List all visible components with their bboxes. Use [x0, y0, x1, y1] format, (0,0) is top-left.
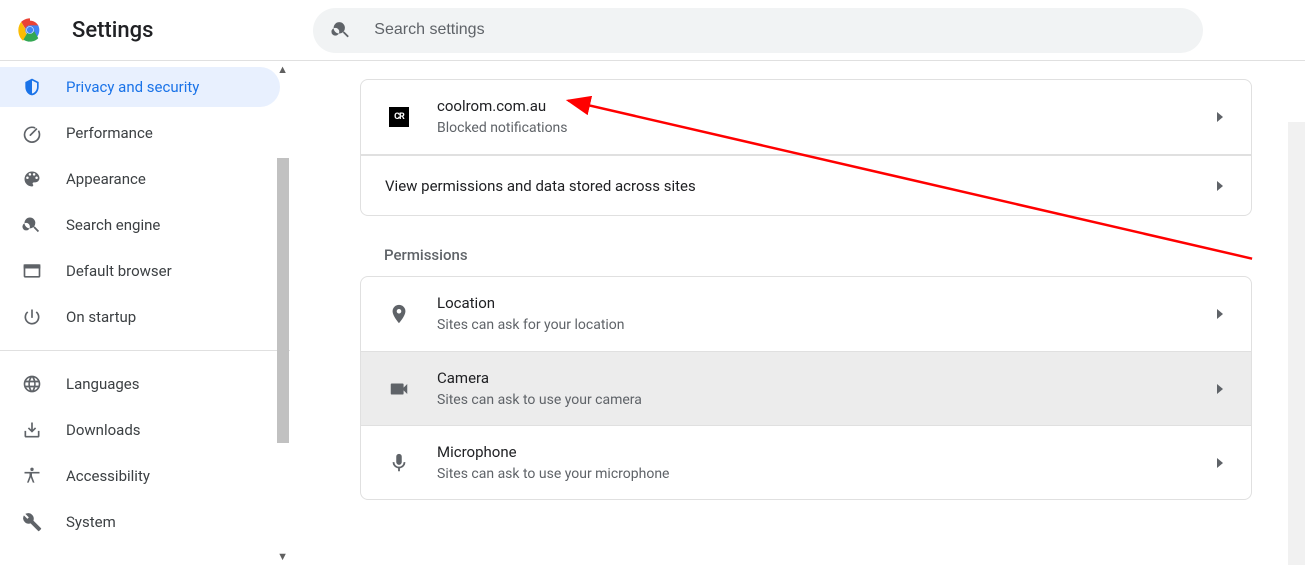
download-icon	[22, 420, 42, 440]
sidebar-item-accessibility[interactable]: Accessibility	[0, 456, 280, 496]
site-status: Blocked notifications	[437, 117, 568, 139]
content-area: CR coolrom.com.au Blocked notifications …	[290, 61, 1305, 565]
permission-sub: Sites can ask to use your microphone	[437, 463, 669, 485]
scrollbar-thumb[interactable]	[277, 158, 289, 443]
sidebar-item-label: Privacy and security	[66, 78, 199, 96]
shield-icon	[22, 77, 42, 97]
palette-icon	[22, 169, 42, 189]
site-favicon-icon: CR	[389, 107, 409, 127]
chevron-right-icon	[1217, 309, 1223, 319]
accessibility-icon	[22, 466, 42, 486]
sidebar-item-search-engine[interactable]: Search engine	[0, 205, 280, 245]
chrome-logo-icon	[16, 16, 44, 44]
power-icon	[22, 307, 42, 327]
wrench-icon	[22, 512, 42, 532]
view-all-label: View permissions and data stored across …	[385, 175, 696, 197]
chevron-right-icon	[1217, 384, 1223, 394]
permissions-heading: Permissions	[360, 246, 1305, 264]
sidebar-item-appearance[interactable]: Appearance	[0, 159, 280, 199]
sidebar-item-label: System	[66, 513, 116, 531]
search-icon	[22, 215, 42, 235]
sidebar-item-label: On startup	[66, 308, 136, 326]
sidebar-item-label: Languages	[66, 375, 140, 393]
chevron-right-icon	[1217, 181, 1223, 191]
permission-row-microphone[interactable]: Microphone Sites can ask to use your mic…	[361, 425, 1251, 499]
permission-row-location[interactable]: Location Sites can ask for your location	[361, 277, 1251, 351]
permission-row-camera[interactable]: Camera Sites can ask to use your camera	[361, 351, 1251, 425]
sidebar-item-label: Performance	[66, 124, 153, 142]
location-icon	[388, 303, 410, 325]
permission-title: Camera	[437, 367, 642, 389]
sidebar-divider	[0, 350, 290, 351]
settings-header: Settings	[0, 0, 1305, 61]
chevron-right-icon	[1217, 458, 1223, 468]
scroll-down-icon[interactable]: ▼	[277, 550, 288, 563]
browser-icon	[22, 261, 42, 281]
sidebar-item-downloads[interactable]: Downloads	[0, 410, 280, 450]
sidebar-item-label: Downloads	[66, 421, 141, 439]
settings-sidebar: Privacy and security Performance Appeara…	[0, 61, 290, 565]
site-permission-row[interactable]: CR coolrom.com.au Blocked notifications	[361, 80, 1251, 154]
globe-icon	[22, 374, 42, 394]
sidebar-item-label: Default browser	[66, 262, 172, 280]
view-all-permissions-row[interactable]: View permissions and data stored across …	[361, 155, 1251, 215]
sidebar-item-languages[interactable]: Languages	[0, 364, 280, 404]
search-input[interactable]	[374, 21, 1185, 39]
chevron-right-icon	[1217, 112, 1223, 122]
sidebar-item-privacy[interactable]: Privacy and security	[0, 67, 280, 107]
page-title: Settings	[72, 18, 153, 43]
recent-activity-card: CR coolrom.com.au Blocked notifications …	[360, 79, 1252, 216]
permission-title: Location	[437, 292, 625, 314]
permission-sub: Sites can ask to use your camera	[437, 389, 642, 411]
speed-icon	[22, 123, 42, 143]
sidebar-item-system[interactable]: System	[0, 502, 280, 542]
body-area: Privacy and security Performance Appeara…	[0, 61, 1305, 565]
camera-icon	[388, 378, 410, 400]
sidebar-scrollbar[interactable]: ▲ ▼	[274, 61, 290, 565]
permission-sub: Sites can ask for your location	[437, 314, 625, 336]
page-scrollbar[interactable]	[1288, 122, 1305, 565]
sidebar-item-label: Search engine	[66, 216, 160, 234]
permission-title: Microphone	[437, 441, 669, 463]
sidebar-item-default-browser[interactable]: Default browser	[0, 251, 280, 291]
mic-icon	[388, 452, 410, 474]
site-domain: coolrom.com.au	[437, 95, 568, 117]
scroll-up-icon[interactable]: ▲	[277, 63, 288, 76]
sidebar-item-label: Accessibility	[66, 467, 150, 485]
sidebar-item-on-startup[interactable]: On startup	[0, 297, 280, 337]
sidebar-item-performance[interactable]: Performance	[0, 113, 280, 153]
sidebar-item-label: Appearance	[66, 170, 146, 188]
search-settings-container[interactable]	[313, 8, 1203, 53]
permissions-card: Location Sites can ask for your location…	[360, 276, 1252, 500]
search-icon	[331, 19, 352, 41]
